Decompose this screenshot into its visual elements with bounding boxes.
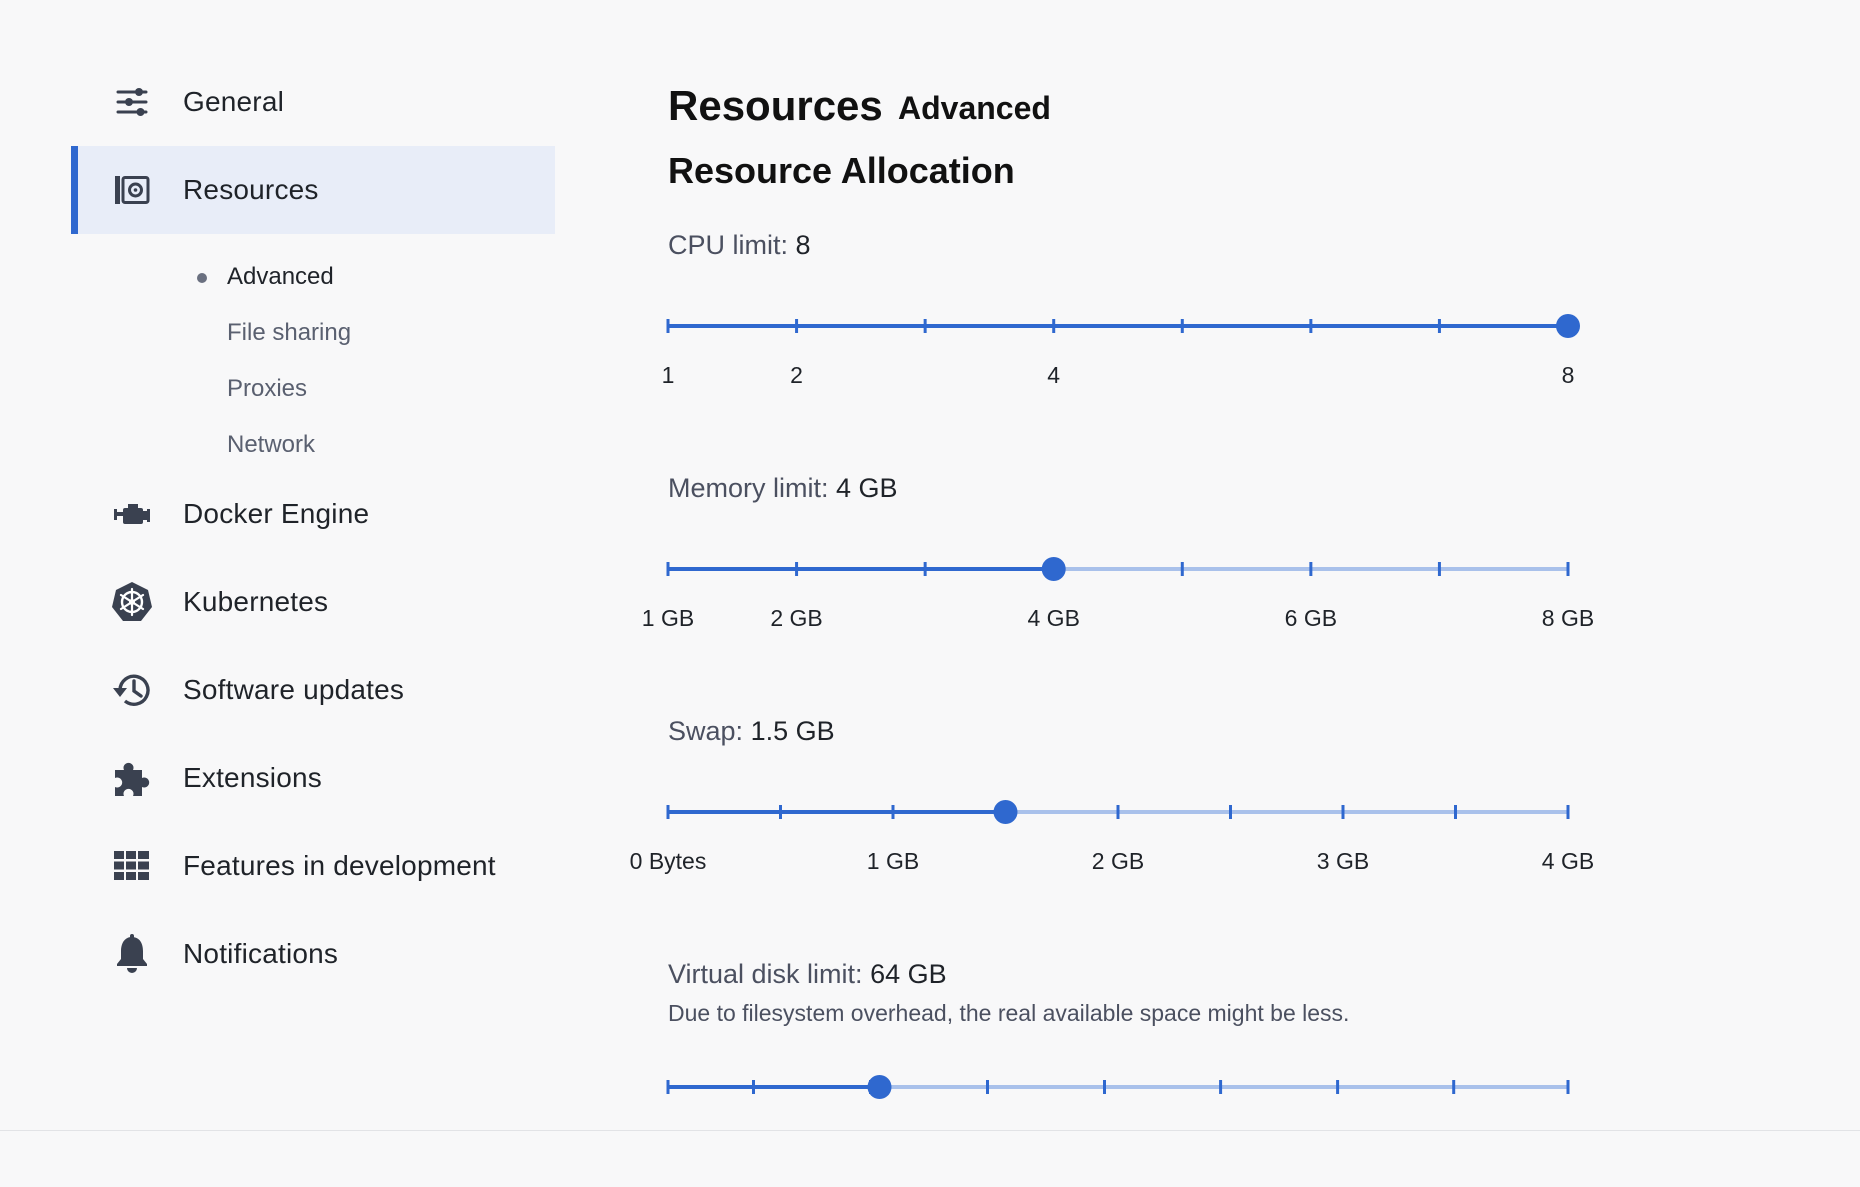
slider-thumb[interactable]: [1041, 557, 1066, 581]
sidebar-item-label: Resources: [183, 174, 319, 205]
slider-tick-label: 4 GB: [1541, 848, 1595, 874]
cpu-limit-slider[interactable]: 1 2 4 8: [662, 306, 1580, 388]
bottom-bar: [0, 1130, 1860, 1187]
resources-icon: [111, 169, 153, 211]
swap-value: 1.5 GB: [750, 716, 835, 746]
slider-thumb[interactable]: [1556, 314, 1580, 338]
sidebar-item-label: General: [183, 86, 285, 117]
slider-tick-label: 0 Bytes: [629, 848, 707, 874]
puzzle-icon: [111, 757, 153, 799]
slider-track[interactable]: [666, 549, 1570, 589]
grid-icon: [111, 845, 153, 887]
memory-limit-label: Memory limit: 4 GB: [668, 473, 898, 504]
slider-tick-label: 8 GB: [1541, 605, 1595, 631]
swap-label-text: Swap:: [668, 716, 744, 746]
slider-tick-label: 1 GB: [866, 848, 920, 874]
sidebar-item-label: Kubernetes: [183, 586, 329, 617]
sidebar-item-resources[interactable]: Resources: [71, 146, 555, 234]
memory-limit-slider[interactable]: 1 GB 2 GB 4 GB 6 GB 8 GB: [642, 549, 1594, 631]
subnav-item-label: File sharing: [227, 319, 352, 346]
subnav-item-advanced[interactable]: Advanced: [197, 262, 334, 292]
sliders-icon: [111, 81, 153, 123]
selected-dot-icon: [197, 273, 207, 283]
settings-main: Resources Advanced Resource Allocation C…: [630, 0, 1768, 1130]
slider-tick-label: 3 GB: [1316, 848, 1370, 874]
slider-tick-label: 2 GB: [1091, 848, 1145, 874]
kubernetes-icon: [111, 581, 153, 623]
cpu-limit-value: 8: [795, 230, 811, 260]
sidebar: General Resources Advanced File sharing …: [71, 58, 555, 998]
slider-tick-label: 2 GB: [770, 605, 823, 631]
breadcrumb-resources[interactable]: Resources: [668, 82, 883, 130]
sidebar-item-features-in-development[interactable]: Features in development: [71, 822, 555, 910]
subnav-item-label: Advanced: [227, 263, 334, 290]
sidebar-item-kubernetes[interactable]: Kubernetes: [71, 558, 555, 646]
subnav-item-label: Proxies: [227, 375, 308, 402]
slider-track[interactable]: [666, 792, 1570, 832]
cpu-limit-label-text: CPU limit:: [668, 230, 788, 260]
cpu-limit-label: CPU limit: 8: [668, 230, 811, 261]
slider-track[interactable]: [666, 306, 1580, 346]
disk-limit-description: Due to filesystem overhead, the real ava…: [668, 1000, 1350, 1026]
disk-limit-label-text: Virtual disk limit:: [668, 959, 863, 989]
sidebar-item-label: Features in development: [183, 850, 496, 881]
slider-tick-label: 4: [1047, 362, 1061, 388]
slider-tick-label: 1: [661, 362, 675, 388]
section-title: Resource Allocation: [668, 150, 1015, 191]
memory-limit-value: 4 GB: [836, 473, 898, 503]
disk-limit-slider[interactable]: [666, 1067, 1570, 1107]
resources-subnav: Advanced File sharing Proxies Network: [71, 234, 555, 470]
subnav-item-label: Network: [227, 431, 316, 458]
sidebar-item-extensions[interactable]: Extensions: [71, 734, 555, 822]
breadcrumb-advanced: Advanced: [898, 90, 1051, 126]
swap-slider[interactable]: 0 Bytes 1 GB 2 GB 3 GB 4 GB: [630, 792, 1594, 874]
slider-tick-label: 6 GB: [1284, 605, 1338, 631]
slider-tick-label: 1 GB: [641, 605, 695, 631]
sidebar-item-label: Software updates: [183, 674, 405, 705]
slider-tick-label: 2: [790, 362, 803, 388]
subnav-item-network[interactable]: Network: [227, 430, 315, 460]
subnav-item-file-sharing[interactable]: File sharing: [227, 318, 351, 348]
subnav-item-proxies[interactable]: Proxies: [227, 374, 307, 404]
slider-tick-label: 8: [1561, 362, 1575, 388]
slider-tick-label: 4 GB: [1027, 605, 1080, 631]
bell-icon: [111, 933, 153, 975]
engine-icon: [111, 493, 153, 535]
sidebar-item-label: Notifications: [183, 938, 339, 969]
disk-limit-value: 64 GB: [870, 959, 947, 989]
history-icon: [111, 669, 153, 711]
sidebar-item-general[interactable]: General: [71, 58, 555, 146]
slider-thumb[interactable]: [867, 1075, 892, 1099]
sidebar-item-label: Docker Engine: [183, 498, 370, 529]
slider-thumb[interactable]: [993, 800, 1018, 824]
sidebar-item-software-updates[interactable]: Software updates: [71, 646, 555, 734]
sidebar-item-notifications[interactable]: Notifications: [71, 910, 555, 998]
disk-limit-label: Virtual disk limit: 64 GB: [668, 959, 947, 990]
sidebar-item-docker-engine[interactable]: Docker Engine: [71, 470, 555, 558]
memory-limit-label-text: Memory limit:: [668, 473, 829, 503]
slider-track[interactable]: [666, 1067, 1570, 1107]
swap-label: Swap: 1.5 GB: [668, 716, 835, 747]
sidebar-item-label: Extensions: [183, 762, 322, 793]
